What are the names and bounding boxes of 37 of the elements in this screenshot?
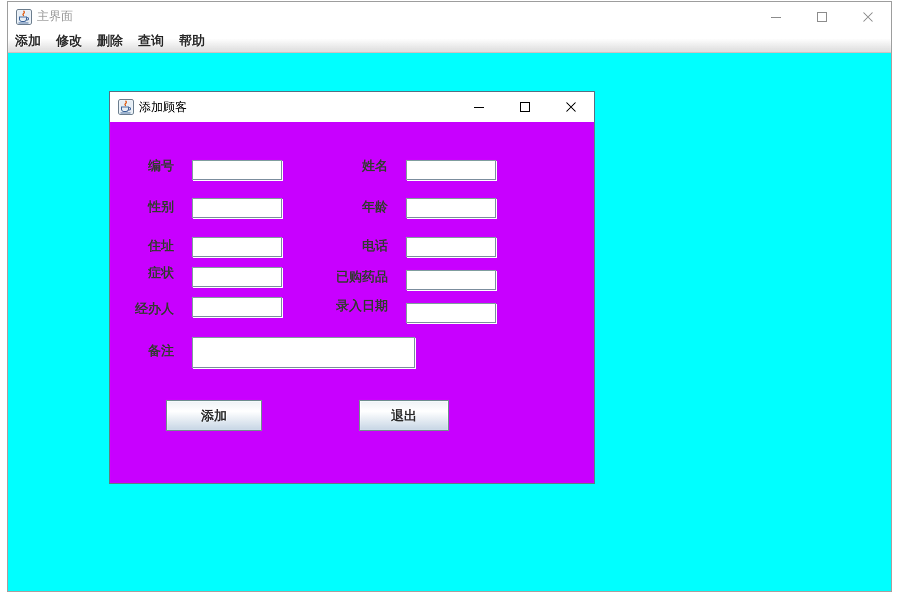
text-field[interactable] <box>192 267 282 287</box>
menu-item[interactable]: 帮助 <box>172 32 212 51</box>
text-field[interactable] <box>406 237 496 257</box>
field-label: 症状 <box>148 264 174 283</box>
menu-item[interactable]: 删除 <box>90 32 130 51</box>
close-icon <box>566 102 576 112</box>
coffee-cup-icon <box>118 99 134 115</box>
coffee-cup-icon <box>16 8 32 24</box>
add-button[interactable]: 添加 <box>166 400 262 431</box>
exit-button[interactable]: 退出 <box>359 400 449 431</box>
text-field[interactable] <box>192 297 282 317</box>
field-label: 性别 <box>148 199 174 217</box>
menu-item[interactable]: 修改 <box>49 32 89 51</box>
field-label: 编号 <box>148 158 174 176</box>
field-label: 备注 <box>148 342 174 361</box>
menu-item[interactable]: 添加 <box>8 32 48 51</box>
text-field[interactable] <box>406 160 496 180</box>
menu-item[interactable]: 查询 <box>131 32 171 51</box>
text-field[interactable] <box>406 270 496 290</box>
text-field[interactable] <box>192 198 282 218</box>
field-label: 年龄 <box>362 199 388 217</box>
text-field[interactable] <box>406 303 496 323</box>
window-title: 主界面 <box>37 8 73 25</box>
field-label: 姓名 <box>362 158 388 176</box>
field-label: 录入日期 <box>336 298 388 316</box>
text-field[interactable] <box>192 237 282 257</box>
maximize-icon <box>817 12 827 22</box>
close-icon <box>863 12 873 22</box>
text-field[interactable] <box>192 337 415 368</box>
text-field[interactable] <box>406 198 496 218</box>
field-label: 住址 <box>148 238 174 256</box>
field-label: 经办人 <box>135 301 174 319</box>
maximize-icon <box>520 102 530 112</box>
text-field[interactable] <box>192 160 282 180</box>
dialog-title: 添加顾客 <box>139 98 187 116</box>
field-label: 电话 <box>362 238 388 256</box>
field-label: 已购药品 <box>336 269 388 287</box>
